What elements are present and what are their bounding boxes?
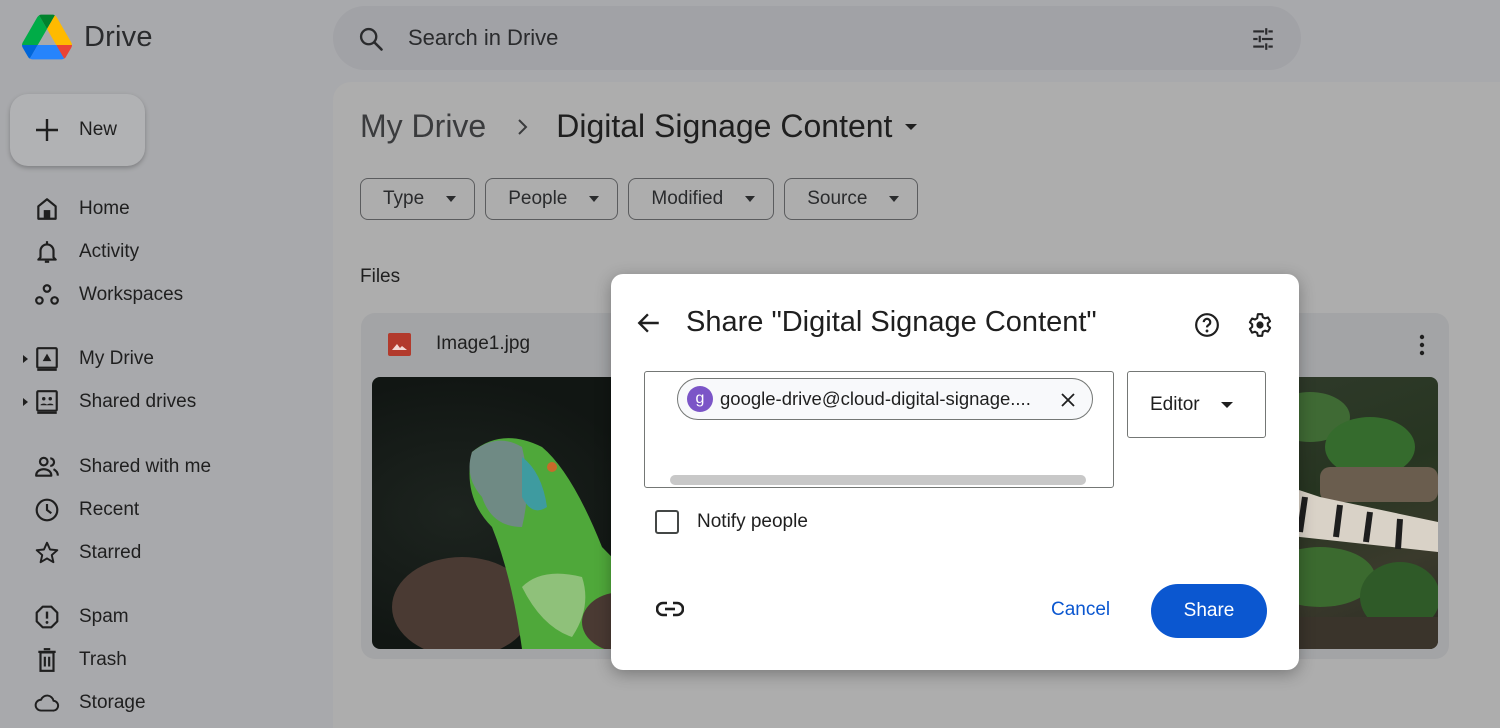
new-button-label: New bbox=[79, 119, 118, 140]
sidebar-item-label: My Drive bbox=[79, 348, 154, 369]
breadcrumb-root[interactable]: My Drive bbox=[360, 108, 486, 145]
workspaces-icon bbox=[35, 284, 59, 305]
notify-people-option[interactable]: Notify people bbox=[655, 510, 808, 534]
recipient-email: google-drive@cloud-digital-signage.... bbox=[720, 388, 1031, 409]
expand-caret-icon[interactable] bbox=[22, 354, 30, 364]
clock-icon bbox=[35, 498, 59, 522]
search-icon[interactable] bbox=[357, 25, 385, 53]
sidebar-item-label: Spam bbox=[79, 606, 129, 627]
help-icon[interactable] bbox=[1194, 312, 1220, 338]
sidebar-item-label: Storage bbox=[79, 692, 146, 713]
drive-logo[interactable]: Drive bbox=[22, 14, 153, 60]
sidebar-item-storage[interactable]: Storage bbox=[0, 683, 300, 723]
filter-type[interactable]: Type bbox=[360, 178, 476, 220]
sidebar-item-label: Activity bbox=[79, 241, 140, 262]
my-drive-icon bbox=[36, 347, 58, 371]
filter-source[interactable]: Source bbox=[784, 178, 919, 220]
sidebar-item-starred[interactable]: Starred bbox=[0, 533, 300, 573]
sidebar-item-label: Workspaces bbox=[79, 284, 184, 305]
file-thumbnail[interactable] bbox=[372, 377, 651, 649]
cloud-icon bbox=[34, 694, 60, 712]
bell-icon bbox=[37, 241, 57, 263]
sidebar-item-home[interactable]: Home bbox=[0, 189, 300, 229]
caret-down-icon bbox=[589, 196, 600, 202]
share-button[interactable]: Share bbox=[1151, 584, 1267, 638]
search-input[interactable]: Search in Drive bbox=[408, 25, 558, 51]
recipient-avatar: g bbox=[687, 386, 713, 412]
cancel-button[interactable]: Cancel bbox=[1039, 588, 1122, 632]
new-button[interactable]: New bbox=[10, 94, 145, 166]
chevron-right-icon bbox=[518, 118, 528, 135]
sidebar-item-spam[interactable]: Spam bbox=[0, 597, 300, 637]
filter-label: Type bbox=[383, 188, 425, 209]
settings-gear-icon[interactable] bbox=[1247, 312, 1273, 338]
filter-chips: Type People Modified Source bbox=[360, 178, 919, 220]
sidebar-item-label: Recent bbox=[79, 499, 140, 520]
breadcrumb-current-folder[interactable]: Digital Signage Content bbox=[556, 108, 892, 145]
dialog-title: Share "Digital Signage Content" bbox=[686, 306, 1097, 338]
filter-label: People bbox=[508, 188, 568, 209]
breadcrumb: My Drive Digital Signage Content bbox=[360, 108, 918, 145]
sidebar-item-shared-with-me[interactable]: Shared with me bbox=[0, 447, 300, 487]
sidebar-item-label: Starred bbox=[79, 542, 142, 563]
home-icon bbox=[37, 198, 57, 220]
caret-down-icon[interactable] bbox=[904, 123, 918, 131]
sidebar-item-my-drive[interactable]: My Drive bbox=[0, 339, 300, 379]
iguana-image bbox=[392, 438, 651, 649]
expand-caret-icon[interactable] bbox=[22, 397, 30, 407]
role-selected-value: Editor bbox=[1150, 393, 1200, 415]
spam-icon bbox=[35, 605, 59, 629]
caret-down-icon bbox=[446, 196, 457, 202]
file-card[interactable]: Image1.jpg bbox=[361, 313, 651, 659]
filter-people[interactable]: People bbox=[485, 178, 619, 220]
caret-down-icon bbox=[889, 196, 900, 202]
sidebar-item-label: Shared drives bbox=[79, 391, 197, 412]
shared-drives-icon bbox=[36, 390, 58, 414]
more-options-icon[interactable] bbox=[1419, 333, 1425, 357]
image-file-icon bbox=[388, 333, 411, 356]
sidebar-item-workspaces[interactable]: Workspaces bbox=[0, 275, 300, 315]
caret-down-icon bbox=[1221, 402, 1233, 408]
back-arrow-icon[interactable] bbox=[636, 310, 662, 336]
plus-icon bbox=[36, 119, 58, 141]
sidebar-item-trash[interactable]: Trash bbox=[0, 640, 300, 680]
people-icon bbox=[35, 456, 59, 477]
role-dropdown[interactable]: Editor bbox=[1127, 371, 1266, 438]
file-card-header: Image1.jpg bbox=[361, 313, 651, 377]
google-drive-logo-icon bbox=[22, 14, 72, 60]
share-dialog: Share "Digital Signage Content" g google… bbox=[611, 274, 1299, 670]
search-bar[interactable]: Search in Drive bbox=[333, 6, 1301, 70]
remove-recipient-icon[interactable] bbox=[1060, 392, 1076, 408]
recipients-input[interactable]: g google-drive@cloud-digital-signage.... bbox=[644, 371, 1114, 488]
filter-modified[interactable]: Modified bbox=[628, 178, 775, 220]
app-name: Drive bbox=[84, 20, 153, 53]
search-options-icon[interactable] bbox=[1249, 26, 1277, 52]
sidebar-item-label: Trash bbox=[79, 649, 127, 670]
filter-label: Modified bbox=[651, 188, 724, 209]
sidebar-item-label: Home bbox=[79, 198, 130, 219]
sidebar-item-shared-drives[interactable]: Shared drives bbox=[0, 382, 300, 422]
star-icon bbox=[35, 541, 59, 564]
files-section-heading: Files bbox=[360, 266, 401, 287]
horizontal-scrollbar[interactable] bbox=[670, 475, 1086, 485]
notify-people-checkbox[interactable] bbox=[655, 510, 679, 534]
filter-label: Source bbox=[807, 188, 868, 209]
file-name: Image1.jpg bbox=[436, 333, 531, 354]
sidebar-item-activity[interactable]: Activity bbox=[0, 232, 300, 272]
sidebar-item-label: Shared with me bbox=[79, 456, 212, 477]
trash-icon bbox=[38, 648, 56, 672]
recipient-chip[interactable]: g google-drive@cloud-digital-signage.... bbox=[677, 378, 1093, 420]
copy-link-icon[interactable] bbox=[656, 600, 684, 618]
notify-people-label: Notify people bbox=[697, 511, 808, 532]
sidebar-item-recent[interactable]: Recent bbox=[0, 490, 300, 530]
caret-down-icon bbox=[745, 196, 756, 202]
